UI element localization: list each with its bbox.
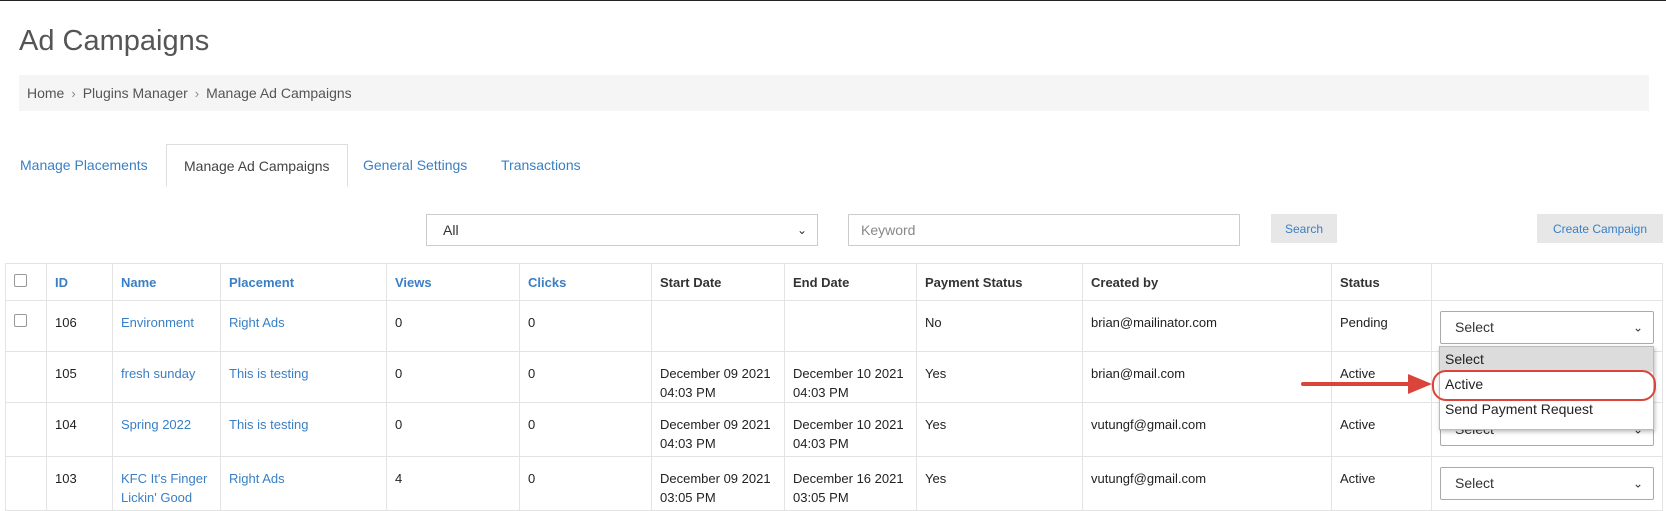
header-placement[interactable]: Placement	[220, 263, 387, 301]
table-row: 104 Spring 2022 This is testing 0 0 Dece…	[5, 402, 1663, 457]
row-checkbox-cell	[5, 402, 47, 457]
header-name[interactable]: Name	[112, 263, 221, 301]
tab-transactions[interactable]: Transactions	[484, 144, 598, 187]
cell-created-by: vutungf@gmail.com	[1082, 402, 1332, 457]
placement-filter-select[interactable]: All ⌄	[426, 214, 818, 246]
cell-id: 105	[46, 351, 113, 403]
tab-manage-ad-campaigns[interactable]: Manage Ad Campaigns	[166, 144, 348, 187]
cell-status: Active	[1331, 402, 1432, 457]
header-status: Status	[1331, 263, 1432, 301]
annotation-highlight-ring	[1432, 370, 1656, 401]
status-action-value: Select	[1455, 319, 1494, 335]
cell-views: 0	[386, 351, 520, 403]
cell-clicks: 0	[519, 456, 652, 511]
header-views[interactable]: Views	[386, 263, 520, 301]
cell-start-date: December 09 2021 04:03 PM	[651, 351, 785, 403]
cell-clicks: 0	[519, 351, 652, 403]
cell-views: 0	[386, 402, 520, 457]
cell-clicks: 0	[519, 402, 652, 457]
cell-end-date	[784, 300, 917, 352]
chevron-down-icon: ⌄	[1632, 320, 1643, 334]
cell-name[interactable]: KFC It's Finger Lickin' Good	[112, 456, 221, 511]
keyword-input[interactable]	[848, 214, 1240, 246]
cell-end-date: December 16 2021 03:05 PM	[784, 456, 917, 511]
cell-start-date: December 09 2021 04:03 PM	[651, 402, 785, 457]
table-row: 103 KFC It's Finger Lickin' Good Right A…	[5, 456, 1663, 511]
chevron-right-icon: ›	[71, 85, 76, 101]
header-start-date: Start Date	[651, 263, 785, 301]
breadcrumb-plugins-manager[interactable]: Plugins Manager	[83, 85, 188, 101]
cell-end-date: December 10 2021 04:03 PM	[784, 402, 917, 457]
status-action-value: Select	[1455, 475, 1494, 491]
select-all-checkbox[interactable]	[14, 274, 27, 287]
cell-views: 4	[386, 456, 520, 511]
cell-created-by: brian@mail.com	[1082, 351, 1332, 403]
create-campaign-button[interactable]: Create Campaign	[1537, 214, 1663, 243]
dropdown-option-select[interactable]: Select	[1440, 347, 1653, 372]
cell-placement[interactable]: Right Ads	[220, 300, 387, 352]
cell-placement[interactable]: This is testing	[220, 351, 387, 403]
header-id[interactable]: ID	[46, 263, 113, 301]
tab-bar: Manage Placements Manage Ad Campaigns Ge…	[0, 144, 1666, 187]
cell-payment-status: No	[916, 300, 1083, 352]
cell-created-by: vutungf@gmail.com	[1082, 456, 1332, 511]
cell-placement[interactable]: Right Ads	[220, 456, 387, 511]
chevron-down-icon: ⌄	[796, 223, 807, 237]
row-checkbox-cell	[5, 456, 47, 511]
cell-start-date: December 09 2021 03:05 PM	[651, 456, 785, 511]
cell-action: Select ⌄	[1431, 300, 1663, 352]
placement-filter-value: All	[443, 222, 459, 238]
cell-name[interactable]: Environment	[112, 300, 221, 352]
header-payment-status: Payment Status	[916, 263, 1083, 301]
chevron-right-icon: ›	[194, 85, 200, 101]
page-title: Ad Campaigns	[19, 25, 210, 57]
cell-action: Select ⌄	[1431, 456, 1663, 511]
chevron-down-icon: ⌄	[1632, 476, 1643, 490]
cell-clicks: 0	[519, 300, 652, 352]
row-checkbox[interactable]	[14, 314, 27, 327]
status-action-select[interactable]: Select ⌄	[1440, 467, 1654, 500]
status-action-select[interactable]: Select ⌄	[1440, 311, 1654, 344]
cell-payment-status: Yes	[916, 351, 1083, 403]
breadcrumb: Home › Plugins Manager › Manage Ad Campa…	[19, 75, 1649, 111]
header-created-by: Created by	[1082, 263, 1332, 301]
breadcrumb-current: Manage Ad Campaigns	[206, 85, 352, 101]
cell-placement[interactable]: This is testing	[220, 402, 387, 457]
row-checkbox-cell	[5, 351, 47, 403]
tab-manage-placements[interactable]: Manage Placements	[3, 144, 165, 187]
header-actions	[1431, 263, 1663, 301]
cell-id: 104	[46, 402, 113, 457]
cell-payment-status: Yes	[916, 402, 1083, 457]
cell-views: 0	[386, 300, 520, 352]
cell-created-by: brian@mailinator.com	[1082, 300, 1332, 352]
cell-id: 103	[46, 456, 113, 511]
search-button[interactable]: Search	[1271, 214, 1337, 243]
cell-name[interactable]: fresh sunday	[112, 351, 221, 403]
row-checkbox-cell	[5, 300, 47, 352]
header-end-date: End Date	[784, 263, 917, 301]
cell-status: Pending	[1331, 300, 1432, 352]
header-clicks[interactable]: Clicks	[519, 263, 652, 301]
cell-id: 106	[46, 300, 113, 352]
annotation-arrow-icon	[1301, 374, 1432, 394]
table-header-row: ID Name Placement Views Clicks Start Dat…	[5, 263, 1663, 301]
cell-start-date	[651, 300, 785, 352]
cell-name[interactable]: Spring 2022	[112, 402, 221, 457]
select-all-cell	[5, 263, 47, 301]
breadcrumb-home[interactable]: Home	[27, 85, 64, 101]
table-row: 106 Environment Right Ads 0 0 No brian@m…	[5, 300, 1663, 352]
tab-general-settings[interactable]: General Settings	[346, 144, 484, 187]
cell-payment-status: Yes	[916, 456, 1083, 511]
cell-end-date: December 10 2021 04:03 PM	[784, 351, 917, 403]
cell-status: Active	[1331, 456, 1432, 511]
